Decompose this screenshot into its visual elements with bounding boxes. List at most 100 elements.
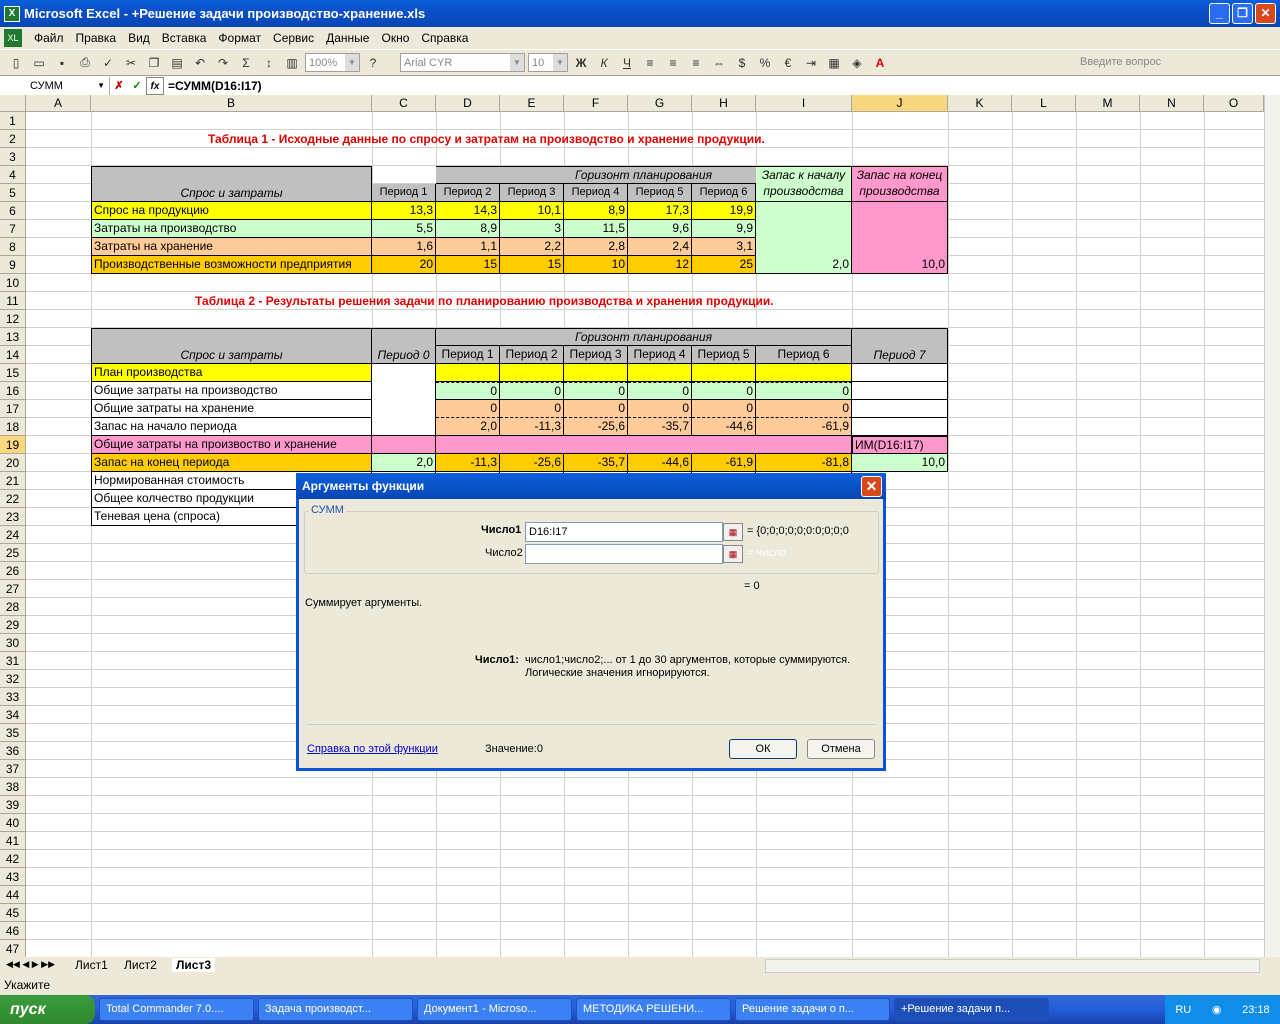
arg1-input[interactable]: D16:I17 xyxy=(525,522,723,542)
task-document1[interactable]: Документ1 - Microso... xyxy=(417,998,572,1021)
table1-value[interactable]: 12 xyxy=(628,256,692,274)
row-header[interactable]: 9 xyxy=(0,256,26,274)
formula-input[interactable]: =СУММ(D16:I17) xyxy=(164,79,262,93)
arg2-input[interactable] xyxy=(525,544,723,564)
table1-row-label[interactable]: Спрос на продукцию xyxy=(91,202,372,220)
row-header[interactable]: 26 xyxy=(0,562,26,580)
row-header[interactable]: 2 xyxy=(0,130,26,148)
undo-icon[interactable]: ↶ xyxy=(190,53,210,73)
insert-function-icon[interactable]: fx xyxy=(146,76,164,95)
row-header[interactable]: 44 xyxy=(0,886,26,904)
table1-value[interactable]: 15 xyxy=(436,256,500,274)
cancel-formula-icon[interactable]: ✗ xyxy=(110,77,128,95)
table1-value[interactable]: 13,3 xyxy=(372,202,436,220)
j19-formula-cell[interactable]: ИМ(D16:I17) xyxy=(852,436,948,454)
row-header[interactable]: 21 xyxy=(0,472,26,490)
enter-formula-icon[interactable]: ✓ xyxy=(128,77,146,95)
table2-period-header[interactable]: Период 1 xyxy=(436,346,500,364)
table1-value[interactable]: 3 xyxy=(500,220,564,238)
menu-window[interactable]: Окно xyxy=(375,31,415,45)
row-header[interactable]: 17 xyxy=(0,400,26,418)
task-total-commander[interactable]: Total Commander 7.0.... xyxy=(99,998,254,1021)
collapse-range-icon[interactable]: ▦ xyxy=(723,545,743,563)
collapse-range-icon[interactable]: ▦ xyxy=(723,523,743,541)
align-left-icon[interactable]: ≡ xyxy=(640,53,660,73)
table1-value[interactable]: 2,8 xyxy=(564,238,628,256)
menu-edit[interactable]: Правка xyxy=(70,31,123,45)
row-header[interactable]: 47 xyxy=(0,940,26,957)
row-header[interactable]: 33 xyxy=(0,688,26,706)
menu-view[interactable]: Вид xyxy=(122,31,156,45)
column-header[interactable]: N xyxy=(1140,95,1204,112)
period7-cell[interactable] xyxy=(852,400,948,418)
prod-cost-cell[interactable]: 0 xyxy=(628,382,692,400)
table1-stock-end[interactable]: Запас на конец производства xyxy=(852,166,948,202)
table1-value[interactable]: 14,3 xyxy=(436,202,500,220)
table1-period-header[interactable]: Период 6 xyxy=(692,184,756,202)
table1-rowhead[interactable]: Спрос и затраты xyxy=(91,166,372,202)
period7-end[interactable]: 10,0 xyxy=(852,454,948,472)
plan-cell[interactable] xyxy=(564,364,628,382)
column-header[interactable]: E xyxy=(500,95,564,112)
table2-period-header[interactable]: Период 4 xyxy=(628,346,692,364)
row-header[interactable]: 31 xyxy=(0,652,26,670)
tab-nav-arrows-icon[interactable]: ◀◀ ◀ ▶ ▶▶ xyxy=(6,959,55,970)
tab-sheet2[interactable]: Лист2 xyxy=(124,958,157,972)
merge-icon[interactable]: ⇔ xyxy=(709,53,729,73)
table1-period-header[interactable]: Период 1 xyxy=(372,184,436,202)
table2-row-label[interactable]: Общие затраты на хранение xyxy=(91,400,372,418)
table2-row-label[interactable]: Общие затраты на произвоство и хранение xyxy=(91,436,372,454)
row-header[interactable]: 23 xyxy=(0,508,26,526)
period7-cell[interactable] xyxy=(852,382,948,400)
end-stock-cell[interactable]: -44,6 xyxy=(628,454,692,472)
align-center-icon[interactable]: ≡ xyxy=(663,53,683,73)
end-stock-cell[interactable]: -25,6 xyxy=(500,454,564,472)
document-icon[interactable]: XL xyxy=(4,29,22,47)
table1-value[interactable]: 11,5 xyxy=(564,220,628,238)
task-zadacha[interactable]: Задача производст... xyxy=(258,998,413,1021)
font-size-select[interactable]: 10 ▼ xyxy=(528,53,568,72)
table2-period-header[interactable]: Период 5 xyxy=(692,346,756,364)
tab-sheet3[interactable]: Лист3 xyxy=(172,958,216,972)
table1-value[interactable]: 1,1 xyxy=(436,238,500,256)
table1-value[interactable]: 25 xyxy=(692,256,756,274)
tray-icon[interactable]: ◉ xyxy=(1212,1003,1222,1016)
menu-format[interactable]: Формат xyxy=(212,31,267,45)
period0-blank[interactable] xyxy=(372,364,436,436)
row-header[interactable]: 38 xyxy=(0,778,26,796)
start-stock-cell[interactable]: -35,7 xyxy=(628,418,692,436)
table1-value[interactable]: 10 xyxy=(564,256,628,274)
table2-period-header[interactable]: Период 6 xyxy=(756,346,852,364)
paste-icon[interactable]: ▤ xyxy=(167,53,187,73)
row-header[interactable]: 15 xyxy=(0,364,26,382)
row-header[interactable]: 40 xyxy=(0,814,26,832)
table1-value[interactable]: 17,3 xyxy=(628,202,692,220)
table2-period-header[interactable]: Период 3 xyxy=(564,346,628,364)
euro-icon[interactable]: € xyxy=(778,53,798,73)
table2-horizon[interactable]: Горизонт планирования xyxy=(436,328,852,346)
table2-row-label[interactable]: План производства xyxy=(91,364,372,382)
row-header[interactable]: 43 xyxy=(0,868,26,886)
help-icon[interactable]: ? xyxy=(363,53,383,73)
store-cost-cell[interactable]: 0 xyxy=(500,400,564,418)
start-stock-cell[interactable]: -11,3 xyxy=(500,418,564,436)
name-box[interactable]: СУММ ▼ xyxy=(0,76,110,95)
copy-icon[interactable]: ❐ xyxy=(144,53,164,73)
store-cost-cell[interactable]: 0 xyxy=(692,400,756,418)
table1-start-val[interactable]: 2,0 xyxy=(756,202,852,274)
row-header[interactable]: 22 xyxy=(0,490,26,508)
store-cost-cell[interactable]: 0 xyxy=(436,400,500,418)
row-header[interactable]: 8 xyxy=(0,238,26,256)
underline-icon[interactable]: Ч xyxy=(617,53,637,73)
row-header[interactable]: 29 xyxy=(0,616,26,634)
indent-icon[interactable]: ⇥ xyxy=(801,53,821,73)
table2-period0[interactable]: Период 0 xyxy=(372,328,436,364)
end-stock-cell[interactable]: -11,3 xyxy=(436,454,500,472)
prod-cost-cell[interactable]: 0 xyxy=(692,382,756,400)
fill-color-icon[interactable]: ◈ xyxy=(847,53,867,73)
row-header[interactable]: 1 xyxy=(0,112,26,130)
row-header[interactable]: 3 xyxy=(0,148,26,166)
italic-icon[interactable]: К xyxy=(594,53,614,73)
table2-period-header[interactable]: Период 2 xyxy=(500,346,564,364)
column-header[interactable]: J xyxy=(852,95,948,112)
